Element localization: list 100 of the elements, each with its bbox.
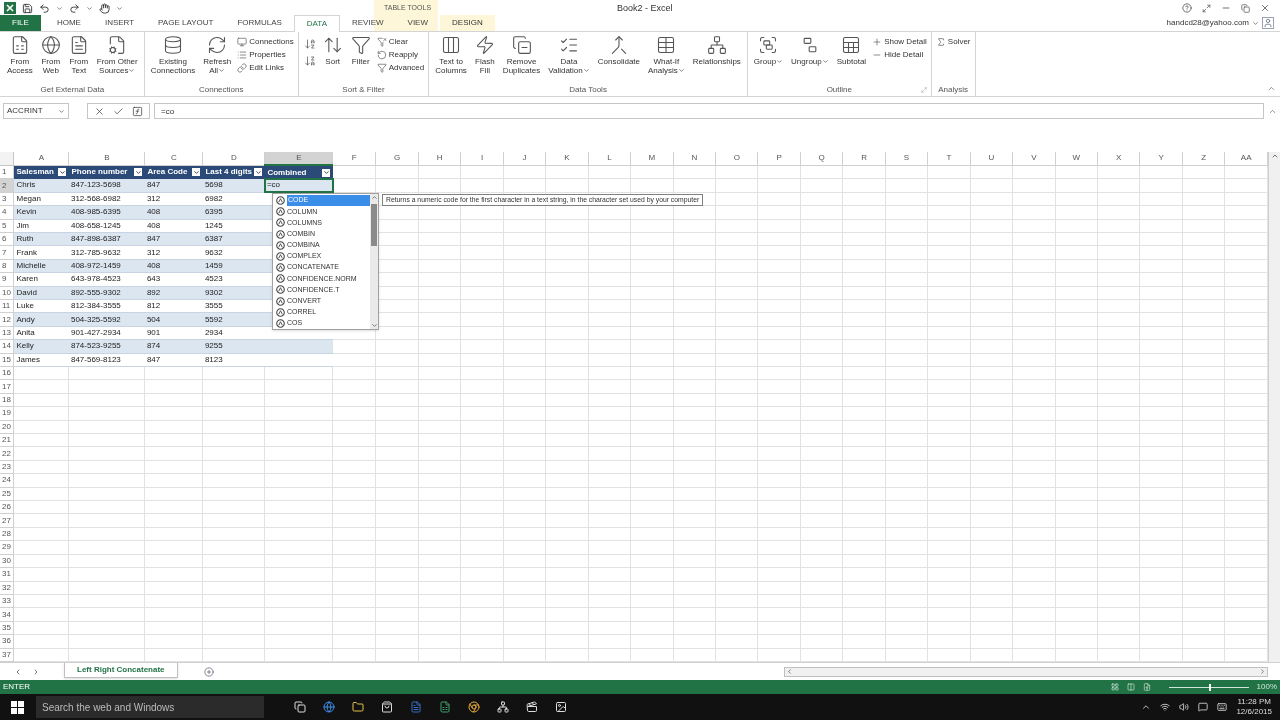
sort-button[interactable] (302, 37, 317, 51)
collapse-ribbon-icon[interactable] (1267, 84, 1276, 93)
column-letter-header[interactable]: Y (1139, 152, 1183, 166)
column-letter-header[interactable]: K (545, 152, 589, 166)
column-letter-header[interactable]: N (673, 152, 716, 166)
filter-button[interactable] (322, 168, 331, 177)
ribbon-button[interactable]: From Text (66, 35, 91, 75)
account-name[interactable]: handcd28@yahoo.com (1166, 17, 1249, 29)
ribbon-tab[interactable]: DATA (293, 15, 340, 32)
column-letter-header[interactable]: R (842, 152, 886, 166)
column-letter-header[interactable]: A (14, 152, 69, 166)
filter-button[interactable] (192, 168, 201, 177)
page-layout-icon[interactable] (1126, 683, 1135, 691)
ribbon-button[interactable]: Refresh All (201, 35, 234, 75)
ribbon-button[interactable]: Data Validation (546, 35, 592, 75)
ribbon-button[interactable]: Connections (237, 37, 294, 47)
zoom-level[interactable]: 100% (1256, 681, 1277, 693)
keyboard-icon[interactable] (1217, 702, 1228, 712)
ribbon-tab[interactable]: REVIEW (340, 15, 396, 31)
column-letter-header[interactable]: D (202, 152, 265, 166)
undo-icon[interactable] (39, 2, 50, 14)
clock-date[interactable]: 12/6/2015 (1236, 707, 1272, 717)
next-sheet-icon[interactable] (32, 667, 40, 676)
volume-icon[interactable] (1179, 702, 1190, 712)
close-icon[interactable] (1260, 3, 1270, 13)
network-icon[interactable] (497, 701, 509, 713)
caret-icon[interactable] (116, 4, 123, 12)
task-view-icon[interactable] (294, 701, 306, 713)
wifi-icon[interactable] (1160, 702, 1171, 712)
cancel-icon[interactable] (94, 105, 105, 117)
function-icon[interactable] (132, 105, 143, 117)
column-letter-header[interactable]: H (418, 152, 461, 166)
hand-icon[interactable] (99, 2, 110, 14)
ribbon-tab[interactable]: VIEW (395, 15, 440, 31)
column-letter-header[interactable]: E (264, 152, 333, 166)
ribbon-tab[interactable]: FORMULAS (225, 15, 294, 31)
browser-icon[interactable] (323, 701, 335, 713)
notification-icon[interactable] (1198, 702, 1209, 712)
enter-icon[interactable] (113, 105, 124, 117)
formula-input[interactable]: =co (154, 103, 1264, 119)
column-letter-header[interactable]: C (144, 152, 203, 166)
ribbon-button[interactable]: Subtotal (834, 35, 869, 66)
restore-icon[interactable] (1241, 3, 1250, 13)
ribbon-button[interactable]: Edit Links (237, 63, 294, 73)
clapperboard-icon[interactable] (526, 701, 538, 713)
column-letter-header[interactable]: Z (1182, 152, 1225, 166)
filter-button[interactable] (58, 168, 67, 177)
column-letter-header[interactable]: F (332, 152, 376, 166)
redo-icon[interactable] (69, 2, 80, 14)
add-sheet-icon[interactable] (203, 666, 214, 677)
search-field[interactable]: Search the web and Windows (36, 696, 264, 718)
column-letter-header[interactable]: J (503, 152, 546, 166)
horizontal-scrollbar[interactable] (784, 666, 1268, 677)
column-letter-header[interactable]: O (715, 152, 758, 166)
ribbon-button[interactable]: Hide Detail (872, 50, 927, 60)
ribbon-button[interactable]: Consolidate (595, 35, 642, 66)
column-letter-header[interactable]: B (68, 152, 145, 166)
list-scrollbar[interactable] (370, 194, 378, 329)
ribbon-display-icon[interactable] (1202, 3, 1211, 13)
ribbon-tab[interactable]: PAGE LAYOUT (146, 15, 226, 31)
document-icon[interactable] (410, 701, 422, 713)
filter-button[interactable] (254, 168, 263, 177)
ribbon-button[interactable]: Reapply (376, 50, 425, 60)
avatar-icon[interactable] (1262, 17, 1274, 29)
chrome-icon[interactable] (468, 701, 480, 713)
column-letter-header[interactable]: S (885, 152, 928, 166)
sort-button[interactable] (302, 54, 317, 68)
column-letter-header[interactable]: L (588, 152, 631, 166)
caret-icon[interactable] (56, 4, 63, 12)
ribbon-button[interactable]: Ungroup (789, 35, 831, 66)
column-letter-header[interactable]: M (630, 152, 674, 166)
windows-logo-icon[interactable] (11, 700, 24, 714)
ribbon-button[interactable]: Solver (935, 37, 971, 47)
ribbon-tab[interactable]: INSERT (92, 15, 147, 31)
vertical-scrollbar[interactable] (1268, 152, 1280, 662)
ribbon-button[interactable]: Group (751, 35, 786, 66)
help-icon[interactable] (1182, 3, 1192, 13)
column-letter-header[interactable]: Q (800, 152, 843, 166)
store-icon[interactable] (381, 701, 393, 713)
ribbon-button[interactable]: Filter (348, 35, 373, 66)
folder-icon[interactable] (352, 701, 364, 713)
column-letter-header[interactable]: AA (1224, 152, 1268, 166)
ribbon-button[interactable]: From Web (38, 35, 63, 75)
ribbon-button[interactable]: Clear (376, 37, 425, 47)
ribbon-tab[interactable]: HOME (44, 15, 93, 31)
tray-expand-icon[interactable] (1141, 702, 1152, 712)
name-box[interactable]: ACCRINT (3, 103, 69, 119)
ribbon-button[interactable]: Text to Columns (433, 35, 469, 75)
ribbon-button[interactable]: Remove Duplicates (500, 35, 543, 75)
spreadsheet-icon[interactable] (439, 701, 451, 713)
clock-time[interactable]: 11:28 PM (1237, 697, 1272, 707)
previous-sheet-icon[interactable] (14, 667, 22, 676)
ribbon-button[interactable]: Sort (320, 35, 345, 66)
sheet-tab[interactable]: Left Right Concatenate (64, 662, 178, 678)
ribbon-button[interactable]: Properties (237, 50, 294, 60)
column-letter-header[interactable]: I (460, 152, 504, 166)
column-letter-header[interactable]: W (1055, 152, 1098, 166)
column-letter-header[interactable]: U (970, 152, 1013, 166)
ribbon-button[interactable]: Flash Fill (472, 35, 497, 75)
column-letter-header[interactable]: V (1012, 152, 1056, 166)
